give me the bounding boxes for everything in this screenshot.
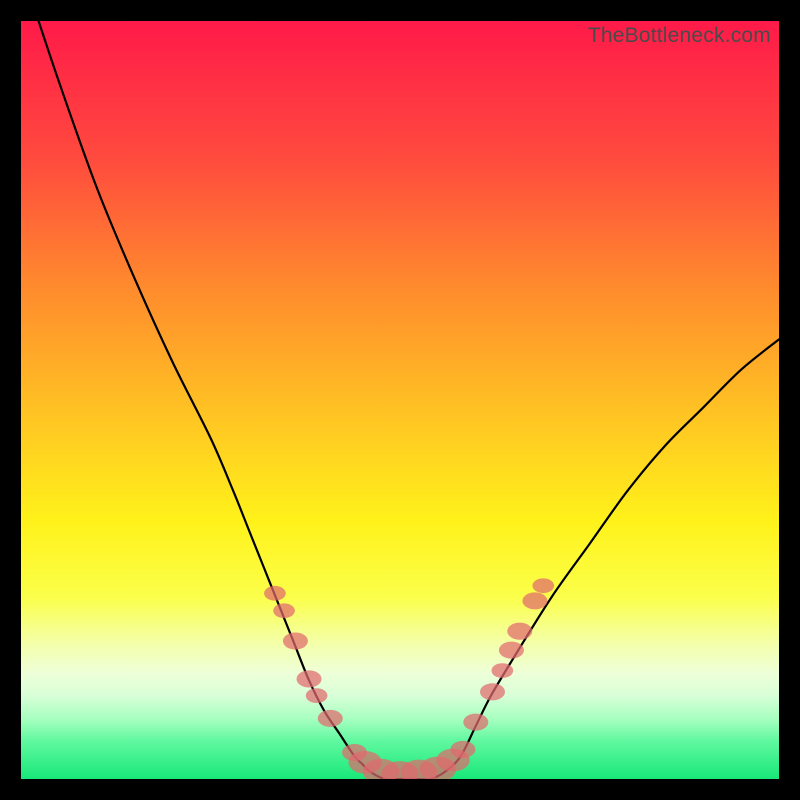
curve-marker <box>273 603 295 618</box>
curve-marker <box>522 592 547 609</box>
bottleneck-curve <box>21 21 779 779</box>
curve-marker <box>491 663 513 678</box>
plot-area: TheBottleneck.com <box>21 21 779 779</box>
curve-marker <box>306 688 328 703</box>
watermark-text: TheBottleneck.com <box>588 24 771 48</box>
curve-marker <box>507 623 532 640</box>
curve-marker <box>264 586 286 601</box>
curve-marker <box>532 578 554 593</box>
curve-marker <box>283 633 308 650</box>
curve-marker <box>450 741 475 758</box>
chart-frame: TheBottleneck.com <box>0 0 800 800</box>
curve-marker <box>297 670 322 687</box>
curve-marker <box>499 642 524 659</box>
curve-marker <box>318 710 343 727</box>
curve-marker <box>463 714 488 731</box>
curve-marker <box>480 683 505 700</box>
